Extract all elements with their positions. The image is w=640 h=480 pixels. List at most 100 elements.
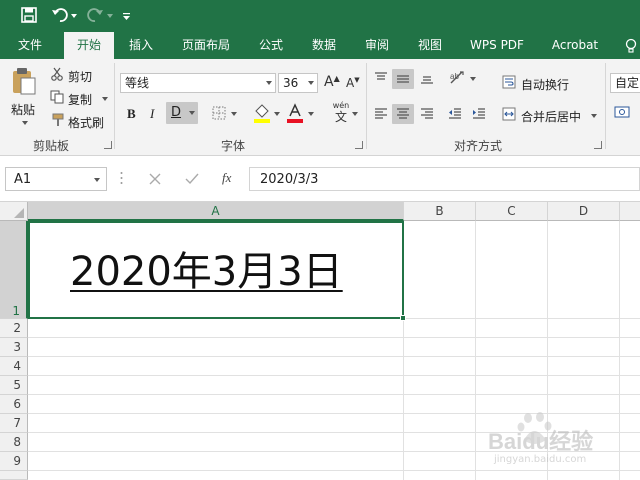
align-left-icon[interactable] (374, 107, 388, 121)
tab-review[interactable]: 审阅 (356, 32, 398, 59)
font-color-dropdown-icon[interactable] (308, 112, 314, 116)
row-header-10[interactable] (0, 471, 28, 480)
font-size-combo[interactable]: 36 (278, 73, 318, 93)
borders-dropdown-icon[interactable] (231, 112, 237, 116)
wrap-text-button[interactable]: 自动换行 (521, 76, 569, 93)
row-header-1[interactable]: 1 (0, 221, 28, 319)
tab-page-layout[interactable]: 页面布局 (174, 32, 238, 59)
cell-a1[interactable]: 2020年3月3日 (28, 221, 404, 319)
font-color-icon[interactable] (286, 103, 304, 123)
font-size-value: 36 (283, 76, 299, 90)
watermark-url: jingyan.baidu.com (494, 454, 587, 465)
name-box-value: A1 (14, 172, 32, 187)
fill-color-dropdown-icon[interactable] (274, 112, 280, 116)
align-top-icon[interactable] (374, 71, 388, 85)
column-header-c[interactable]: C (476, 202, 548, 221)
phonetic-guide-icon[interactable]: wén 文 (330, 101, 352, 125)
paste-label[interactable]: 粘贴 (11, 101, 35, 118)
font-group-label: 字体 (221, 139, 246, 153)
undo-dropdown-icon[interactable] (71, 14, 77, 18)
tab-formulas[interactable]: 公式 (250, 32, 292, 59)
grid-line (28, 394, 640, 395)
paste-icon[interactable] (11, 67, 37, 95)
increase-indent-icon[interactable] (472, 107, 486, 121)
row-header-2[interactable]: 2 (0, 319, 28, 338)
orientation-dropdown-icon[interactable] (470, 77, 476, 81)
select-all-corner[interactable] (0, 202, 28, 221)
name-box[interactable]: A1 (5, 167, 107, 191)
wrap-text-icon (502, 75, 516, 89)
tab-acrobat[interactable]: Acrobat (544, 32, 606, 59)
insert-function-button[interactable]: fx (222, 170, 231, 186)
ribbon-home: 粘贴 剪切 复制 格式刷 剪贴板 等线 36 A▲ A▼ B I D wén 文… (0, 59, 640, 156)
save-icon[interactable] (21, 7, 37, 23)
baidu-watermark: Baidu经验 jingyan.baidu.com (488, 410, 638, 470)
undo-icon[interactable] (51, 6, 69, 24)
decrease-font-icon[interactable]: A▼ (346, 76, 360, 90)
alignment-launcher-icon[interactable] (594, 141, 602, 149)
row-header-8[interactable]: 8 (0, 433, 28, 452)
redo-icon[interactable] (86, 6, 104, 24)
ribbon-separator (366, 63, 367, 149)
number-format-combo[interactable]: 自定义 (610, 73, 640, 93)
formula-input[interactable]: 2020/3/3 (249, 167, 640, 191)
underline-button[interactable]: D (166, 102, 198, 124)
align-center-button[interactable] (392, 104, 414, 124)
enter-check-icon[interactable] (185, 173, 199, 185)
chevron-down-icon (266, 81, 272, 85)
clipboard-launcher-icon[interactable] (104, 141, 112, 149)
align-bottom-icon[interactable] (420, 71, 434, 85)
grid-line (28, 375, 640, 376)
title-bar (0, 0, 640, 32)
tab-file[interactable]: 文件 (8, 32, 52, 59)
lightbulb-icon[interactable] (624, 38, 638, 54)
orientation-icon[interactable]: ab (448, 69, 468, 87)
row-header-9[interactable]: 9 (0, 452, 28, 471)
tab-wps-pdf[interactable]: WPS PDF (464, 32, 530, 59)
copy-button[interactable]: 复制 (68, 91, 92, 108)
align-right-icon[interactable] (420, 107, 434, 121)
bold-button[interactable]: B (127, 106, 136, 122)
row-header-5[interactable]: 5 (0, 376, 28, 395)
merge-center-button[interactable]: 合并后居中 (521, 108, 581, 125)
font-name-combo[interactable]: 等线 (120, 73, 276, 93)
column-header-a[interactable]: A (28, 202, 404, 221)
svg-text:ab: ab (450, 72, 459, 81)
currency-format-icon[interactable] (614, 104, 634, 122)
fill-handle[interactable] (400, 315, 406, 321)
phonetic-dropdown-icon[interactable] (352, 112, 358, 116)
clipboard-group-label: 剪贴板 (33, 139, 70, 153)
borders-icon[interactable] (212, 106, 226, 120)
column-header-b[interactable]: B (404, 202, 476, 221)
font-launcher-icon[interactable] (355, 141, 363, 149)
row-header-3[interactable]: 3 (0, 338, 28, 357)
italic-button[interactable]: I (150, 106, 154, 122)
format-painter-button[interactable]: 格式刷 (68, 114, 104, 131)
tab-data[interactable]: 数据 (303, 32, 345, 59)
customize-toolbar-icon[interactable] (122, 10, 132, 20)
paste-dropdown-icon[interactable] (22, 121, 28, 125)
column-header-d[interactable]: D (548, 202, 620, 221)
cancel-icon[interactable] (149, 173, 161, 185)
merge-center-dropdown-icon[interactable] (591, 114, 597, 118)
chevron-down-icon (189, 111, 195, 115)
redo-dropdown-icon[interactable] (107, 14, 113, 18)
underline-label: D (171, 105, 182, 120)
tab-insert[interactable]: 插入 (120, 32, 162, 59)
font-name-value: 等线 (125, 76, 150, 90)
row-header-6[interactable]: 6 (0, 395, 28, 414)
row-header-7[interactable]: 7 (0, 414, 28, 433)
formula-bar: A1 fx 2020/3/3 (0, 156, 640, 202)
copy-dropdown-icon[interactable] (102, 97, 108, 101)
more-dots-icon (120, 170, 123, 186)
row-header-4[interactable]: 4 (0, 357, 28, 376)
tab-home[interactable]: 开始 (64, 32, 114, 59)
fill-color-icon[interactable] (253, 103, 271, 123)
grid-line (475, 221, 476, 480)
decrease-indent-icon[interactable] (448, 107, 462, 121)
column-header-e[interactable] (620, 202, 640, 221)
tab-view[interactable]: 视图 (409, 32, 451, 59)
align-middle-button[interactable] (392, 69, 414, 89)
cut-button[interactable]: 剪切 (68, 68, 92, 85)
increase-font-icon[interactable]: A▲ (324, 74, 340, 90)
